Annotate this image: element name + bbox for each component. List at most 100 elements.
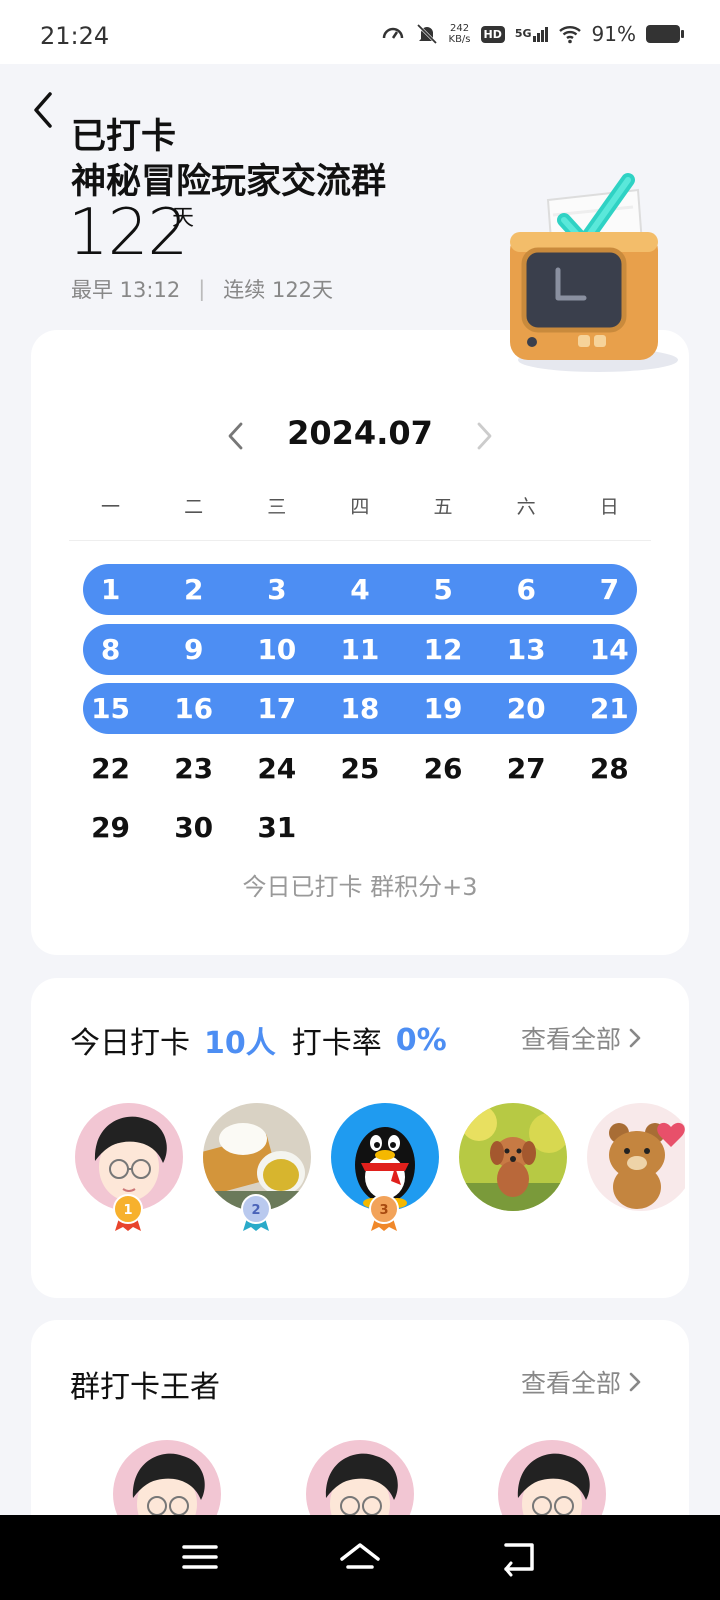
calendar-day[interactable]: 21 (568, 679, 651, 739)
checkin-days-count: 122 (68, 196, 188, 270)
medal-rank: 1 (123, 1203, 132, 1218)
calendar-day[interactable]: 1 (69, 560, 152, 620)
weekday-label: 四 (350, 496, 370, 518)
back-nav-icon[interactable] (498, 1537, 542, 1577)
rank-medal-silver: 2 (241, 1194, 271, 1231)
rank-medal-bronze: 3 (369, 1194, 399, 1231)
calendar-card: 2024.07 一 二 三 四 五 六 日 1 2 3 4 5 6 7 8 9 10 11 12 13 1… (31, 330, 689, 955)
checkin-king-title: 群打卡王者 (70, 1370, 220, 1405)
wifi-icon (558, 26, 581, 44)
month-label: 2024.07 (287, 414, 433, 452)
today-checkin-note: 今日已打卡 群积分+3 (242, 873, 478, 901)
medal-rank: 2 (251, 1203, 260, 1218)
home-icon[interactable] (338, 1537, 382, 1577)
next-month-button[interactable] (469, 418, 499, 454)
view-all-label: 查看全部 (520, 1369, 621, 1398)
calendar-day[interactable]: 12 (402, 620, 485, 680)
divider (69, 540, 651, 541)
medal-rank: 3 (379, 1203, 388, 1218)
summary-separator: | (198, 277, 206, 301)
calendar-day[interactable]: 13 (485, 620, 568, 680)
signal-label: 5G (514, 26, 532, 40)
earliest-time: 最早 13:12 (71, 278, 181, 302)
today-checkin-card: 今日打卡 10人 打卡率 0% 查看全部 1 2 3 (31, 978, 689, 1298)
today-checkin-title: 今日打卡 10人 打卡率 0% (70, 1018, 463, 1062)
calendar-day[interactable]: 28 (568, 739, 651, 799)
net-speed-unit: KB/s (448, 34, 471, 45)
weekday-label: 六 (516, 496, 536, 518)
view-all-today-button[interactable]: 查看全部 (521, 1020, 643, 1056)
cell-signal-icon: 5G (514, 26, 548, 42)
calendar-day[interactable]: 18 (318, 679, 401, 739)
calendar-day[interactable]: 20 (485, 679, 568, 739)
calendar-week-checked: 1234567 (69, 560, 651, 620)
calendar-day[interactable]: 9 (152, 620, 235, 680)
net-speed: 242 KB/s (449, 23, 471, 45)
member-avatar[interactable] (459, 1103, 567, 1211)
streak-days: 连续 122天 (223, 278, 334, 302)
weekday-label: 二 (184, 496, 204, 518)
chevron-right-icon (629, 1372, 641, 1392)
weekday-label: 一 (101, 496, 121, 518)
calendar-day[interactable]: 30 (152, 798, 235, 858)
calendar-day[interactable]: 25 (318, 739, 401, 799)
calendar-week: 22 23 24 25 26 27 28 (69, 739, 651, 799)
menu-icon[interactable] (178, 1537, 222, 1577)
calendar-day[interactable]: 29 (69, 798, 152, 858)
back-button[interactable] (24, 88, 64, 132)
month-navigator: 2024.07 (31, 412, 689, 462)
calendar-day[interactable]: 23 (152, 739, 235, 799)
view-all-label: 查看全部 (520, 1025, 621, 1054)
view-all-king-button[interactable]: 查看全部 (521, 1364, 643, 1400)
calendar-day[interactable]: 4 (318, 560, 401, 620)
today-checkin-count: 10人 (204, 1026, 276, 1061)
calendar-day[interactable]: 11 (318, 620, 401, 680)
weekday-header: 一 二 三 四 五 六 日 (69, 492, 651, 519)
calendar-day[interactable]: 26 (402, 739, 485, 799)
calendar-day[interactable]: 27 (485, 739, 568, 799)
page-title: 已打卡 (71, 117, 177, 157)
rank-medal-gold: 1 (113, 1194, 143, 1231)
calendar-day[interactable]: 22 (69, 739, 152, 799)
calendar-day[interactable]: 19 (402, 679, 485, 739)
status-icons: 242 KB/s HD 5G 91% (381, 22, 684, 46)
calendar-day[interactable]: 17 (235, 679, 318, 739)
today-checkin-label: 今日打卡 (70, 1026, 190, 1061)
calendar-week-checked: 15 16 17 18 19 20 21 (69, 679, 651, 739)
calendar-day[interactable]: 10 (235, 620, 318, 680)
calendar-day[interactable]: 14 (568, 620, 651, 680)
checkin-rate-label: 打卡率 (291, 1026, 382, 1061)
calendar-day[interactable]: 31 (235, 798, 318, 858)
system-nav-bar (0, 1515, 720, 1600)
calendar-week: 29 30 31 (69, 798, 651, 858)
calendar-day[interactable]: 24 (235, 739, 318, 799)
net-speed-value: 242 (449, 23, 470, 34)
checkin-rate-value: 0% (395, 1022, 447, 1058)
calendar-day[interactable]: 2 (152, 560, 235, 620)
weekday-label: 五 (433, 496, 453, 518)
speedometer-icon (382, 27, 403, 39)
status-time: 21:24 (40, 22, 110, 50)
calendar-day[interactable]: 3 (235, 560, 318, 620)
calendar-grid: 1 2 3 4 5 6 7 8 9 10 11 12 13 14 15 16 17 18 19 20 21 22 23 24 2… (69, 560, 651, 858)
calendar-day[interactable]: 7 (568, 560, 651, 620)
status-bar: 21:24 242 KB/s HD 5G 91% (0, 0, 720, 64)
calendar-day[interactable]: 16 (152, 679, 235, 739)
chevron-right-icon (629, 1028, 641, 1048)
checkin-summary: 最早 13:12 | 连续 122天 (71, 274, 333, 304)
battery-icon (646, 25, 684, 43)
battery-percent: 91% (591, 22, 636, 46)
calendar-week-checked: 8 9 10 11 12 13 14 (69, 620, 651, 680)
member-avatar[interactable] (587, 1103, 685, 1211)
calendar-day[interactable]: 15 (69, 679, 152, 739)
hd-badge: HD (480, 25, 505, 43)
calendar-day[interactable]: 5 (402, 560, 485, 620)
weekday-label: 三 (267, 496, 287, 518)
calendar-day[interactable]: 6 (485, 560, 568, 620)
weekday-label: 日 (599, 496, 619, 518)
mute-bell-icon (416, 23, 437, 45)
checkin-days-unit: 天 (172, 206, 195, 231)
calendar-day[interactable]: 8 (69, 620, 152, 680)
checkin-box-illustration (510, 173, 678, 372)
today-checkin-avatars: 1 2 3 (75, 1103, 685, 1253)
